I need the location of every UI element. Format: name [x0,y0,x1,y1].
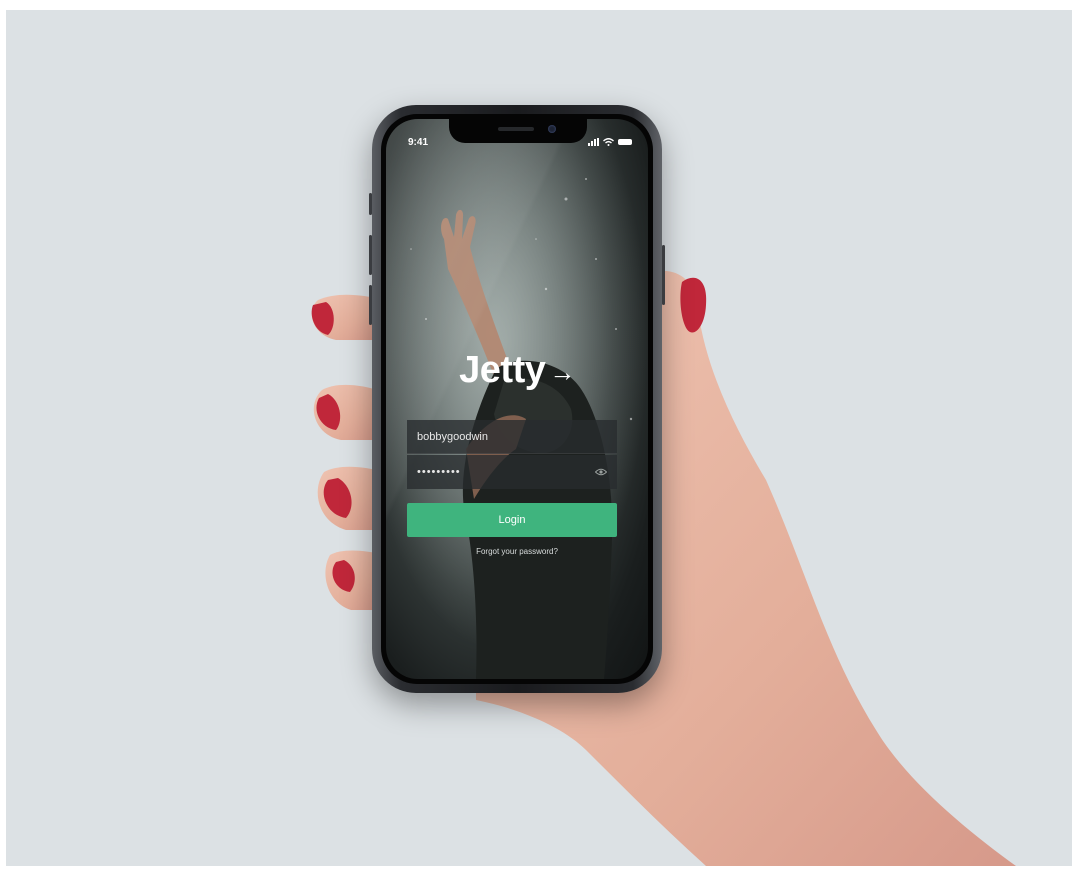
phone-bezel: 9:41 Jetty → bobbygoodwin ••••••••• Logi… [381,114,653,684]
power-button [662,245,665,305]
login-button[interactable]: Login [407,503,617,537]
password-field[interactable]: ••••••••• [407,455,617,489]
app-screen: 9:41 Jetty → bobbygoodwin ••••••••• Logi… [386,119,648,679]
phone-frame: 9:41 Jetty → bobbygoodwin ••••••••• Logi… [369,105,665,693]
username-value: bobbygoodwin [417,430,488,443]
phone-notch [449,119,587,143]
app-logo: Jetty → [386,349,648,392]
forgot-password-link[interactable]: Forgot your password? [386,547,648,556]
mute-switch [369,193,372,215]
front-camera [548,125,556,133]
logo-text: Jetty [459,349,546,391]
volume-down-button [369,285,372,325]
speaker-grille [498,127,534,131]
battery-icon [618,139,632,145]
status-time: 9:41 [408,137,429,148]
password-value: ••••••••• [417,466,461,478]
wifi-icon [603,138,614,146]
signal-icon [588,138,599,146]
volume-up-button [369,235,372,275]
eye-icon[interactable] [595,468,607,476]
nail-1 [311,302,334,335]
concert-background-image [386,119,648,679]
logo-arrow-icon: → [549,357,575,387]
username-field[interactable]: bobbygoodwin [407,420,617,454]
status-icons [588,138,632,146]
mockup-background: 9:41 Jetty → bobbygoodwin ••••••••• Logi… [6,10,1072,866]
